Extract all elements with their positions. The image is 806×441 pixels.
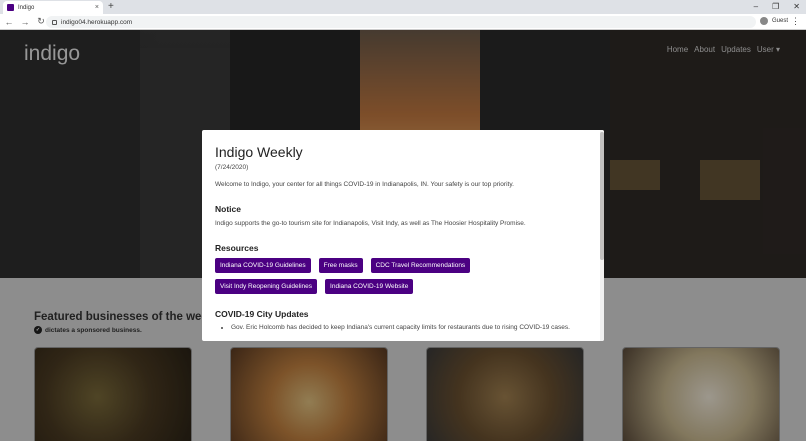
- tab-title: Indigo: [18, 4, 35, 11]
- notice-text: Indigo supports the go-to tourism site f…: [215, 220, 526, 227]
- forward-arrow-icon[interactable]: →: [18, 17, 32, 27]
- updates-heading: COVID-19 City Updates: [215, 309, 309, 319]
- window-controls: – ❐ ✕: [754, 1, 800, 13]
- address-bar[interactable]: indigo04.herokuapp.com: [46, 16, 756, 28]
- cdc-travel-button[interactable]: CDC Travel Recommendations: [370, 258, 471, 273]
- resources-heading: Resources: [215, 243, 259, 253]
- browser-toolbar: ← → ↻ indigo04.herokuapp.com Guest ⋮: [0, 14, 806, 30]
- modal-title: Indigo Weekly: [215, 144, 303, 160]
- profile-label: Guest: [771, 18, 788, 24]
- notice-heading: Notice: [215, 204, 241, 214]
- resources-buttons: Indiana COVID-19 Guidelines Free masks C…: [215, 258, 485, 294]
- browser-tab[interactable]: Indigo ×: [3, 1, 103, 14]
- modal-scrollbar[interactable]: [600, 130, 604, 341]
- modal-intro: Welcome to Indigo, your center for all t…: [215, 181, 514, 188]
- list-item: Gov. Eric Holcomb has decided to keep In…: [231, 324, 591, 331]
- avatar-icon: [759, 17, 768, 25]
- browser-tabstrip: Indigo × + – ❐ ✕: [0, 0, 806, 14]
- scrollbar-thumb[interactable]: [600, 132, 604, 260]
- profile-button[interactable]: Guest: [759, 17, 788, 25]
- indiana-website-button[interactable]: Indiana COVID-19 Website: [325, 279, 414, 294]
- favicon-icon: [7, 4, 14, 11]
- updates-list: Gov. Eric Holcomb has decided to keep In…: [215, 324, 591, 331]
- lock-icon: [52, 19, 57, 25]
- url-text: indigo04.herokuapp.com: [61, 18, 133, 26]
- indiana-guidelines-button[interactable]: Indiana COVID-19 Guidelines: [215, 258, 311, 273]
- minimize-icon[interactable]: –: [754, 1, 758, 13]
- weekly-modal: Indigo Weekly (7/24/2020) Welcome to Ind…: [202, 130, 604, 341]
- tab-close-icon[interactable]: ×: [95, 4, 99, 11]
- new-tab-button[interactable]: +: [108, 1, 114, 13]
- close-window-icon[interactable]: ✕: [793, 1, 800, 13]
- visit-indy-button[interactable]: Visit Indy Reopening Guidelines: [215, 279, 318, 294]
- maximize-icon[interactable]: ❐: [772, 1, 779, 13]
- back-arrow-icon[interactable]: ←: [2, 17, 16, 27]
- free-masks-button[interactable]: Free masks: [318, 258, 363, 273]
- modal-date: (7/24/2020): [215, 164, 249, 171]
- browser-menu-icon[interactable]: ⋮: [791, 16, 800, 27]
